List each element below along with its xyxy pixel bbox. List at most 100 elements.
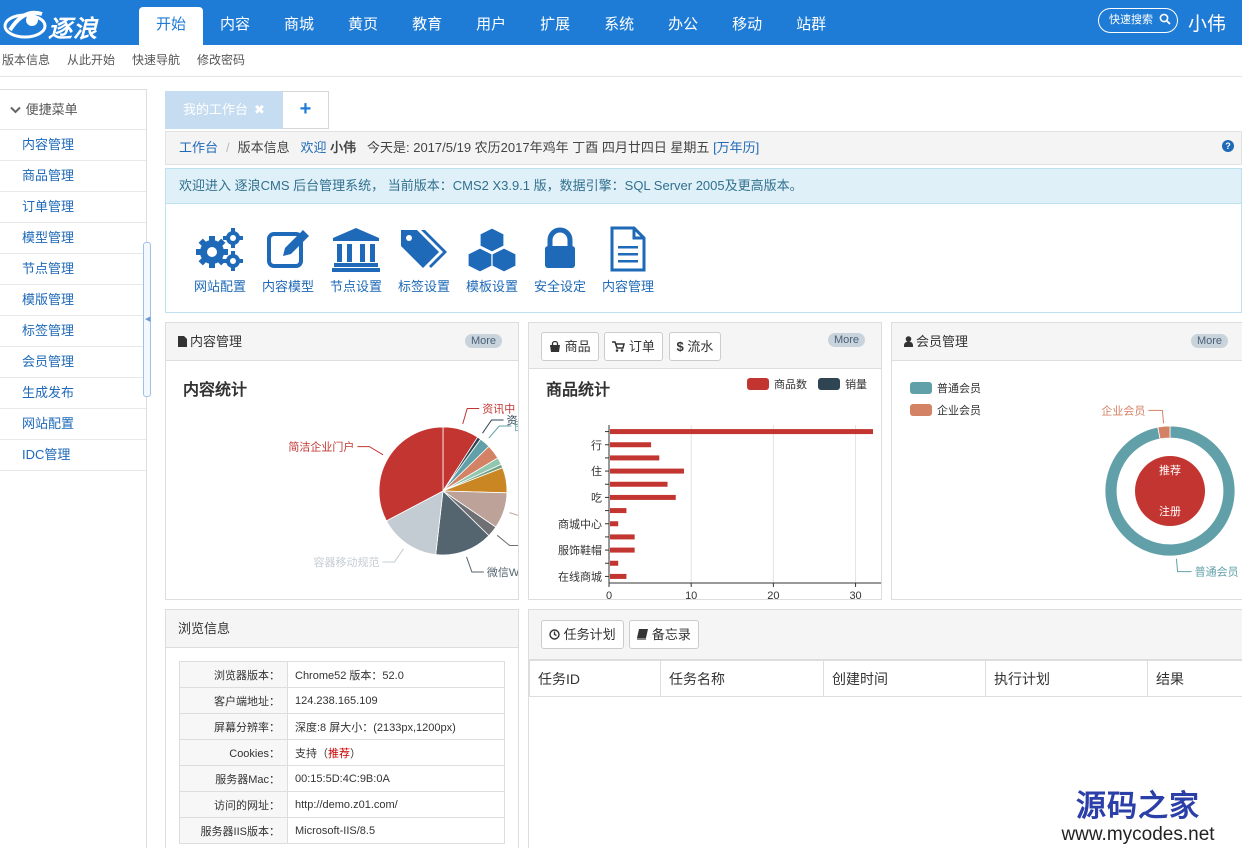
calendar-link[interactable]: [万年历]: [713, 140, 759, 155]
sidebar-item-site-config[interactable]: 网站配置: [0, 409, 146, 440]
donut-slice[interactable]: [1157, 425, 1171, 440]
pie-label: 容器移动规范: [313, 555, 379, 569]
quick-template-settings[interactable]: 模板设置: [458, 226, 526, 295]
table-row: 浏览器版本： Chrome52 版本：52.0: [179, 661, 505, 688]
bar[interactable]: [610, 429, 873, 435]
bar[interactable]: [610, 560, 619, 566]
subnav-get-started[interactable]: 从此开始: [65, 45, 130, 76]
nav-item-users[interactable]: 用户: [459, 7, 523, 45]
task-plan-label: 任务计划: [563, 627, 616, 642]
lock-icon: [545, 227, 575, 268]
subnav-version-info[interactable]: 版本信息: [0, 45, 65, 76]
help-icon[interactable]: ?: [1222, 140, 1234, 152]
sidebar-collapse-handle[interactable]: ◀: [143, 242, 151, 397]
sidebar-item-tags[interactable]: 标签管理: [0, 316, 146, 347]
quick-content-model[interactable]: 内容模型: [254, 226, 322, 295]
bar[interactable]: [610, 481, 668, 487]
breadcrumb-separator: /: [226, 140, 230, 155]
nav-item-system[interactable]: 系统: [587, 7, 651, 45]
nav-item-office[interactable]: 办公: [651, 7, 715, 45]
add-tab-button[interactable]: +: [283, 91, 329, 129]
sidebar-item-templates[interactable]: 模版管理: [0, 285, 146, 316]
table-header-row: 任务ID 任务名称 创建时间 执行计划 结果: [529, 660, 1242, 697]
bar[interactable]: [610, 455, 660, 461]
col-result[interactable]: 结果: [1147, 660, 1242, 697]
watermark: 源码之家 www.mycodes.net: [1043, 790, 1233, 846]
sidebar-item-orders[interactable]: 订单管理: [0, 192, 146, 223]
user-name[interactable]: 小伟: [1188, 9, 1226, 36]
nav-item-education[interactable]: 教育: [395, 7, 459, 45]
nav-item-sites[interactable]: 站群: [779, 7, 843, 45]
bar[interactable]: [610, 573, 627, 579]
nav-item-extensions[interactable]: 扩展: [523, 7, 587, 45]
welcome-user: 小伟: [330, 140, 357, 155]
quick-site-config[interactable]: 网站配置: [186, 226, 254, 295]
nav-item-content[interactable]: 内容: [203, 7, 267, 45]
memo-label: 备忘录: [651, 627, 691, 642]
nav-item-shop[interactable]: 商城: [267, 7, 331, 45]
bar[interactable]: [610, 442, 652, 448]
pie-label-line: [466, 556, 484, 573]
sidebar-item-publish[interactable]: 生成发布: [0, 378, 146, 409]
sidebar-item-members[interactable]: 会员管理: [0, 347, 146, 378]
col-created-time[interactable]: 创建时间: [823, 660, 986, 697]
breadcrumb-current: 版本信息: [237, 140, 290, 155]
donut-label: 普通会员: [1195, 565, 1239, 579]
sidebar-item-models[interactable]: 模型管理: [0, 223, 146, 254]
memo-button[interactable]: 备忘录: [629, 620, 699, 649]
quick-node-settings[interactable]: 节点设置: [322, 226, 390, 295]
table-row: 屏幕分辨率： 深度:8 屏大小：(2133px,1200px): [179, 713, 505, 740]
x-tick-label: 20: [767, 590, 779, 600]
quick-content-manage[interactable]: 内容管理: [594, 226, 662, 295]
sidebar-header[interactable]: 便捷菜单: [0, 90, 146, 130]
bar[interactable]: [610, 508, 627, 514]
sidebar-item-idc[interactable]: IDC管理: [0, 440, 146, 471]
pie-label-line: [462, 407, 480, 424]
bar[interactable]: [610, 468, 684, 474]
info-key: 浏览器版本：: [179, 661, 288, 688]
tab-workbench[interactable]: 我的工作台 ✖: [165, 91, 283, 129]
quick-security[interactable]: 安全设定: [526, 226, 594, 295]
logo[interactable]: 逐浪: [0, 0, 125, 45]
nav-item-mobile[interactable]: 移动: [715, 7, 779, 45]
top-nav: 开始 内容 商城 黄页 教育 用户 扩展 系统 办公 移动 站群: [139, 7, 843, 45]
bar[interactable]: [610, 534, 635, 540]
bar[interactable]: [610, 494, 676, 500]
subnav-change-password[interactable]: 修改密码: [195, 45, 260, 76]
nav-item-yellowpages[interactable]: 黄页: [331, 7, 395, 45]
book-icon: [637, 629, 649, 640]
task-plan-button[interactable]: 任务计划: [541, 620, 624, 649]
sidebar-item-products[interactable]: 商品管理: [0, 161, 146, 192]
bar[interactable]: [610, 547, 635, 553]
col-schedule[interactable]: 执行计划: [985, 660, 1148, 697]
table-row: Cookies： 支持（推荐）: [179, 739, 505, 766]
more-button[interactable]: More: [464, 334, 502, 348]
pie-label-line: [509, 512, 518, 516]
info-key: 屏幕分辨率：: [179, 713, 288, 740]
close-icon[interactable]: ✖: [254, 102, 265, 117]
donut-inner-label: 推荐: [1159, 463, 1181, 477]
col-task-name[interactable]: 任务名称: [660, 660, 824, 697]
col-task-id[interactable]: 任务ID: [529, 660, 661, 697]
breadcrumb: 工作台 / 版本信息 欢迎 小伟 今天是: 2017/5/19 农历2017年鸡年 …: [165, 131, 1242, 165]
sidebar-title: 便捷菜单: [25, 102, 78, 117]
x-tick-label: 30: [849, 590, 861, 600]
file-icon: [610, 226, 646, 272]
browse-info-table: 浏览器版本： Chrome52 版本：52.0 客户端地址： 124.238.165…: [179, 661, 505, 844]
welcome-label: 欢迎: [300, 140, 327, 155]
logo-text: 逐浪: [48, 14, 98, 43]
bar[interactable]: [610, 521, 619, 527]
quick-site-config-label: 网站配置: [193, 279, 246, 294]
nav-item-start[interactable]: 开始: [139, 7, 204, 45]
recommend-badge: 推荐: [328, 747, 350, 760]
quick-tag-settings[interactable]: 标签设置: [390, 226, 458, 295]
table-row: 客户端地址： 124.238.165.109: [179, 687, 505, 714]
sidebar-item-content[interactable]: 内容管理: [0, 130, 146, 161]
sidebar-item-nodes[interactable]: 节点管理: [0, 254, 146, 285]
pie-label-line: [496, 534, 518, 546]
breadcrumb-home[interactable]: 工作台: [179, 140, 218, 155]
subnav-quick-nav[interactable]: 快速导航: [130, 45, 195, 76]
browse-info-panel: 浏览信息 浏览器版本： Chrome52 版本：52.0 客户端地址： 124.23…: [165, 609, 519, 848]
quick-search-button[interactable]: 快速搜索: [1098, 8, 1178, 33]
pie-label: 图: [514, 420, 519, 433]
